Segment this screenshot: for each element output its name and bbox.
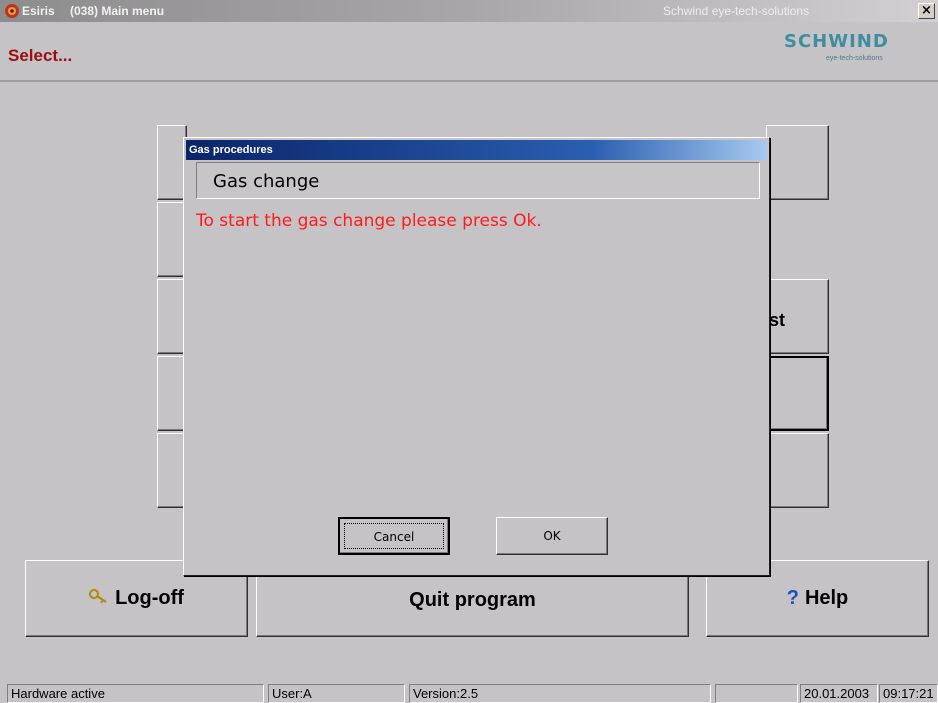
menu-button-right-5[interactable] bbox=[766, 433, 829, 508]
dialog-message: To start the gas change please press Ok. bbox=[196, 211, 542, 231]
status-version: Version:2.5 bbox=[409, 684, 711, 703]
status-time: 09:17:21 bbox=[879, 684, 938, 703]
question-icon: ? bbox=[786, 587, 799, 609]
screen-header: Select... SCHWIND eye-tech-solutions bbox=[0, 22, 938, 82]
cancel-button[interactable]: Cancel bbox=[338, 517, 450, 555]
focus-rectangle bbox=[344, 523, 444, 549]
schwind-logo-subtitle: eye-tech-solutions bbox=[826, 55, 883, 62]
menu-button-right-1[interactable] bbox=[766, 125, 829, 200]
dialog-heading: Gas change bbox=[196, 162, 760, 199]
close-icon[interactable]: × bbox=[918, 3, 935, 19]
menu-button-partial-label: st bbox=[769, 310, 786, 330]
status-empty bbox=[715, 684, 798, 703]
ok-button[interactable]: OK bbox=[496, 517, 608, 555]
window-title-vendor: Schwind eye-tech-solutions bbox=[663, 4, 810, 18]
menu-button-right-3[interactable]: st bbox=[766, 279, 829, 354]
window-titlebar: Esiris (038) Main menu Schwind eye-tech-… bbox=[0, 0, 938, 22]
menu-button-right-4[interactable] bbox=[766, 356, 829, 431]
quit-program-label: Quit program bbox=[409, 589, 536, 611]
schwind-logo: SCHWIND bbox=[784, 31, 889, 52]
esiris-app-icon bbox=[5, 4, 19, 18]
logoff-label: Log-off bbox=[115, 587, 184, 609]
status-hardware: Hardware active bbox=[7, 684, 264, 703]
status-date: 20.01.2003 bbox=[800, 684, 878, 703]
gas-procedures-dialog: Gas procedures Gas change To start the g… bbox=[183, 137, 770, 576]
status-bar: Hardware active User:A Version:2.5 20.01… bbox=[0, 681, 938, 703]
select-prompt: Select... bbox=[8, 46, 73, 65]
key-icon bbox=[89, 588, 109, 609]
status-user: User:A bbox=[268, 684, 405, 703]
window-title-screen: (038) Main menu bbox=[70, 4, 165, 18]
window-title-app: Esiris bbox=[22, 4, 55, 18]
help-label: Help bbox=[804, 587, 849, 609]
dialog-titlebar: Gas procedures bbox=[186, 140, 767, 160]
